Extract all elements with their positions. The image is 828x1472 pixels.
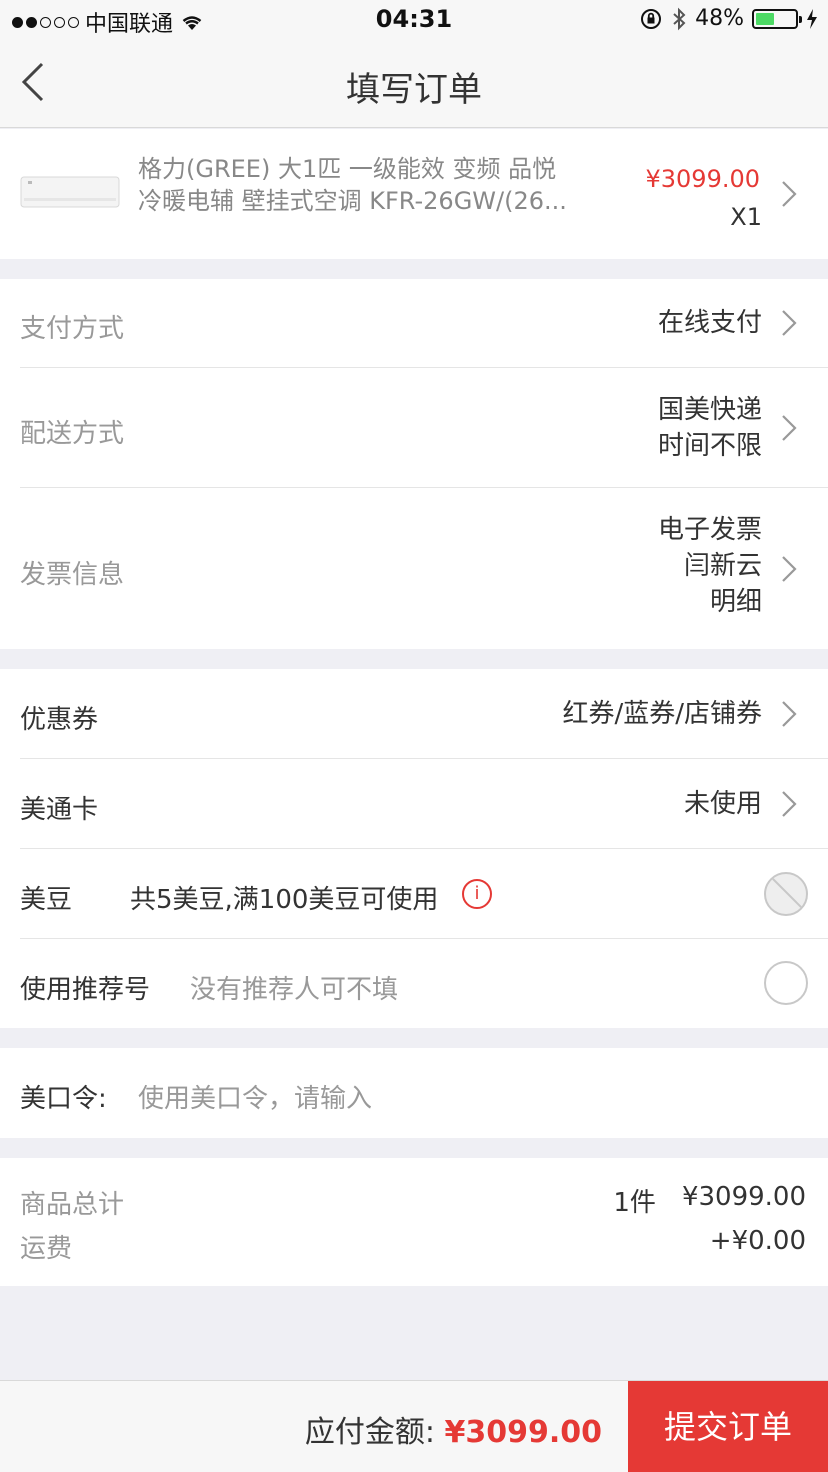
- delivery-carrier: 国美快递: [657, 395, 762, 425]
- charging-icon: [807, 8, 817, 29]
- payable-label: 应付金额:: [304, 1415, 435, 1450]
- goods-count: 1件: [613, 1188, 656, 1218]
- shipping-amount: +¥0.00: [709, 1226, 806, 1256]
- payment-method-label: 支付方式: [20, 314, 125, 344]
- page-title: 填写订单: [346, 70, 482, 110]
- goods-total-label: 商品总计: [20, 1190, 125, 1220]
- info-icon[interactable]: i: [462, 879, 492, 909]
- goods-amount: ¥3099.00: [681, 1182, 806, 1212]
- invoice-value: 电子发票 闫新云 明细: [658, 512, 762, 620]
- battery-percent: 48%: [695, 6, 744, 31]
- chevron-right-icon: [782, 415, 797, 441]
- payment-method-value: 在线支付: [657, 308, 762, 338]
- meitong-card-row[interactable]: 美通卡 未使用: [0, 759, 828, 849]
- meikouling-section: 美口令: 使用美口令，请输入: [0, 1048, 828, 1138]
- delivery-method-row[interactable]: 配送方式 国美快递 时间不限: [0, 368, 828, 488]
- checkout-bar: 应付金额: ¥3099.00 提交订单: [0, 1380, 828, 1472]
- chevron-right-icon: [782, 181, 797, 207]
- shipping-label: 运费: [20, 1234, 73, 1264]
- meikouling-input[interactable]: 使用美口令，请输入: [138, 1078, 372, 1115]
- product-price: ¥3099.00: [645, 165, 760, 193]
- chevron-right-icon: [782, 556, 797, 582]
- meidou-toggle[interactable]: [764, 872, 808, 916]
- product-item[interactable]: 格力(GREE) 大1匹 一级能效 变频 品悦 冷暖电辅 壁挂式空调 KFR-2…: [0, 129, 828, 259]
- coupon-value: 红券/蓝券/店铺券: [562, 699, 762, 729]
- product-name: 格力(GREE) 大1匹 一级能效 变频 品悦 冷暖电辅 壁挂式空调 KFR-2…: [138, 153, 608, 217]
- coupon-label: 优惠券: [20, 705, 99, 735]
- payable-amount: ¥3099.00: [444, 1415, 602, 1450]
- delivery-method-label: 配送方式: [20, 419, 125, 449]
- nav-bar: 填写订单: [0, 40, 828, 128]
- invoice-label: 发票信息: [20, 560, 125, 590]
- order-page: 中国联通 04:31 48% 填写订单 格力(GREE) 大1匹 一级能效 变频…: [0, 0, 828, 1472]
- goods-total-value: 1件 ¥3099.00: [613, 1182, 806, 1219]
- battery-fill: [756, 12, 775, 25]
- battery-icon: [752, 8, 802, 29]
- status-right: 48%: [639, 6, 818, 31]
- payable-total: 应付金额: ¥3099.00: [305, 1407, 602, 1451]
- rotation-lock-icon: [641, 8, 662, 29]
- meitong-card-value: 未使用: [683, 789, 762, 819]
- delivery-method-value: 国美快递 时间不限: [658, 392, 762, 464]
- product-quantity: X1: [730, 203, 762, 231]
- status-bar: 中国联通 04:31 48%: [0, 0, 828, 40]
- chevron-right-icon: [782, 310, 797, 336]
- payment-method-row[interactable]: 支付方式 在线支付: [0, 279, 828, 367]
- product-name-line1: 格力(GREE) 大1匹 一级能效 变频 品悦: [138, 155, 557, 183]
- submit-order-button[interactable]: 提交订单: [628, 1381, 828, 1472]
- meidou-row: 美豆 共5美豆,满100美豆可使用 i: [0, 849, 828, 939]
- referral-label: 使用推荐号: [20, 975, 151, 1005]
- delivery-time: 时间不限: [657, 431, 762, 461]
- discount-options: 优惠券 红券/蓝券/店铺券 美通卡 未使用 美豆 共5美豆,满100美豆可使用 …: [0, 669, 828, 1028]
- price-summary: 商品总计 1件 ¥3099.00 运费 +¥0.00: [0, 1158, 828, 1286]
- coupon-row[interactable]: 优惠券 红券/蓝券/店铺券: [0, 669, 828, 759]
- meikouling-row: 美口令: 使用美口令，请输入: [0, 1048, 828, 1138]
- product-image: [20, 176, 120, 208]
- chevron-right-icon: [782, 701, 797, 727]
- order-options: 支付方式 在线支付 配送方式 国美快递 时间不限 发票信息 电子发票 闫新云 明…: [0, 279, 828, 649]
- invoice-row[interactable]: 发票信息 电子发票 闫新云 明细: [0, 488, 828, 649]
- product-name-line2: 冷暖电辅 壁挂式空调 KFR-26GW/(26...: [138, 187, 567, 215]
- meidou-label: 美豆: [20, 885, 73, 915]
- invoice-type: 电子发票: [657, 515, 762, 545]
- referral-row: 使用推荐号 没有推荐人可不填: [0, 939, 828, 1028]
- bluetooth-icon: [673, 7, 686, 30]
- meitong-card-label: 美通卡: [20, 795, 99, 825]
- chevron-right-icon: [782, 791, 797, 817]
- referral-input[interactable]: 没有推荐人可不填: [190, 969, 398, 1006]
- meikouling-label: 美口令:: [20, 1084, 107, 1114]
- invoice-title: 闫新云: [683, 551, 762, 581]
- invoice-content: 明细: [709, 587, 762, 617]
- referral-toggle[interactable]: [764, 961, 808, 1005]
- meidou-description: 共5美豆,满100美豆可使用: [130, 885, 439, 915]
